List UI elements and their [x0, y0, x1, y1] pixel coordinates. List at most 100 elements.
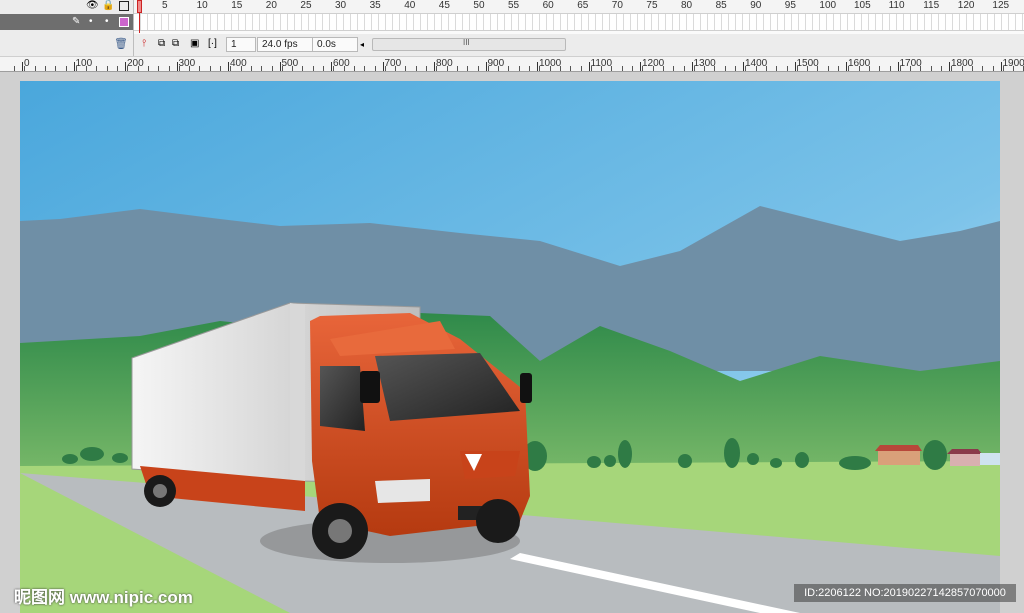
- frame-number: 35: [369, 0, 381, 11]
- ruler-tick: [34, 66, 36, 71]
- frame-number: 40: [404, 0, 416, 11]
- edit-multiple-frames-icon[interactable]: ▣: [190, 39, 199, 49]
- ruler-label: 900: [487, 58, 505, 69]
- ruler-tick: [776, 66, 778, 71]
- ruler-tick: [518, 66, 520, 71]
- ruler-major-tick: [228, 62, 229, 71]
- ruler-label: 200: [127, 58, 144, 69]
- ruler-tick: [683, 66, 685, 71]
- visibility-dot-icon[interactable]: •: [89, 17, 93, 27]
- ruler-label: 700: [384, 58, 402, 69]
- ruler-tick: [250, 66, 252, 71]
- ruler-tick: [55, 66, 57, 71]
- ruler-label: 1200: [642, 58, 665, 69]
- frame-number: 20: [265, 0, 277, 11]
- frame-number: 75: [646, 0, 658, 11]
- ruler-label: 1800: [951, 58, 974, 69]
- modify-markers-icon[interactable]: [·]: [208, 39, 217, 49]
- ruler-tick: [930, 66, 932, 71]
- ruler-major-tick: [794, 62, 796, 71]
- layer-footer: 🗑: [0, 34, 133, 54]
- lock-icon[interactable]: 🔒: [102, 1, 114, 11]
- lock-dot-icon[interactable]: •: [105, 17, 109, 27]
- ruler-major-tick: [22, 62, 23, 71]
- ruler-label: 1700: [899, 58, 922, 69]
- ruler-label: 600: [333, 58, 350, 69]
- current-frame-field[interactable]: 1: [226, 37, 256, 52]
- ruler-major-tick: [743, 62, 744, 71]
- onion-skin-icon[interactable]: ⧉: [158, 39, 165, 49]
- frame-number: 85: [715, 0, 727, 11]
- layer-row[interactable]: ✎ • •: [0, 14, 133, 30]
- frame-number: 100: [819, 0, 837, 11]
- timeline-panel: 👁 🔒 ✎ • • 🗑 5 10 15 20 25 30 35 40 45 50 55 60 65 70 7…: [0, 0, 1024, 56]
- timeline-scrollbar[interactable]: III: [372, 38, 566, 51]
- center-frame-icon[interactable]: ⫯: [142, 39, 146, 49]
- ruler-tick: [879, 66, 881, 71]
- stage-ruler: 0 100 200 300 400 500 600 700 800 900 1000 1100 1200…: [0, 56, 1024, 72]
- ruler-tick: [467, 66, 469, 71]
- eye-icon[interactable]: 👁: [86, 1, 99, 11]
- ruler-tick: [44, 66, 46, 71]
- ruler-label: 1500: [796, 58, 819, 69]
- layer-color-swatch[interactable]: [119, 17, 129, 27]
- ruler-major-tick: [691, 62, 693, 71]
- ruler-tick: [323, 66, 324, 71]
- ruler-tick: [209, 66, 211, 71]
- ruler-label: 800: [436, 58, 453, 69]
- ruler-tick: [992, 66, 994, 71]
- ruler-tick: [302, 66, 304, 71]
- ruler-tick: [621, 66, 623, 71]
- ruler-major-tick: [73, 62, 75, 71]
- ruler-tick: [570, 66, 572, 71]
- playhead-line: [139, 13, 140, 33]
- ruler-label: 300: [178, 58, 196, 69]
- frame-number: 110: [888, 0, 905, 11]
- ruler-major-tick: [485, 62, 487, 71]
- ruler-tick: [374, 66, 376, 71]
- frame-number: 45: [438, 0, 450, 11]
- ruler-tick: [117, 66, 118, 71]
- ruler-label: 1400: [745, 58, 768, 69]
- trash-icon[interactable]: 🗑: [114, 39, 128, 50]
- ruler-tick: [827, 66, 829, 71]
- onion-outline-icon[interactable]: ⧉: [172, 39, 179, 49]
- frame-number: 15: [231, 0, 243, 11]
- ruler-tick: [673, 66, 675, 71]
- frame-number: 10: [196, 0, 208, 11]
- stage-canvas[interactable]: [20, 81, 1000, 613]
- ruler-tick: [405, 66, 407, 71]
- ruler-label: 0: [24, 58, 30, 69]
- playhead[interactable]: [137, 0, 142, 13]
- scroll-left-icon[interactable]: ◂: [360, 40, 364, 50]
- ruler-tick: [415, 66, 417, 71]
- frame-number: 125: [992, 0, 1010, 11]
- fps-field[interactable]: 24.0 fps: [257, 37, 313, 52]
- ruler-tick: [786, 66, 788, 71]
- frame-number: 90: [750, 0, 762, 11]
- ruler-tick: [65, 66, 67, 71]
- outline-icon[interactable]: [119, 1, 129, 11]
- frame-number: 120: [957, 0, 975, 11]
- ruler-tick: [312, 66, 314, 71]
- time-field[interactable]: 0.0s: [312, 37, 358, 52]
- ruler-label: 100: [75, 58, 93, 69]
- frame-track[interactable]: [134, 14, 1024, 31]
- frame-ruler[interactable]: 5 10 15 20 25 30 35 40 45 50 55 60 65 70 75 80 85 90 95 100…: [134, 0, 1024, 14]
- ruler-major-tick: [125, 62, 126, 71]
- ruler-tick: [106, 66, 108, 71]
- ruler-tick: [158, 66, 160, 71]
- ruler-tick: [261, 66, 263, 71]
- ruler-label: 500: [281, 58, 299, 69]
- frame-number: 115: [923, 0, 940, 11]
- ruler-major-tick: [897, 62, 899, 71]
- ruler-tick: [735, 66, 736, 71]
- ruler-major-tick: [382, 62, 384, 71]
- ruler-tick: [838, 66, 839, 71]
- pencil-icon: ✎: [72, 16, 81, 27]
- ruler-label: 1300: [693, 58, 716, 69]
- ruler-tick: [889, 66, 891, 71]
- scroll-grip[interactable]: III: [463, 38, 470, 47]
- ruler-tick: [508, 66, 510, 71]
- frame-number: 25: [300, 0, 312, 11]
